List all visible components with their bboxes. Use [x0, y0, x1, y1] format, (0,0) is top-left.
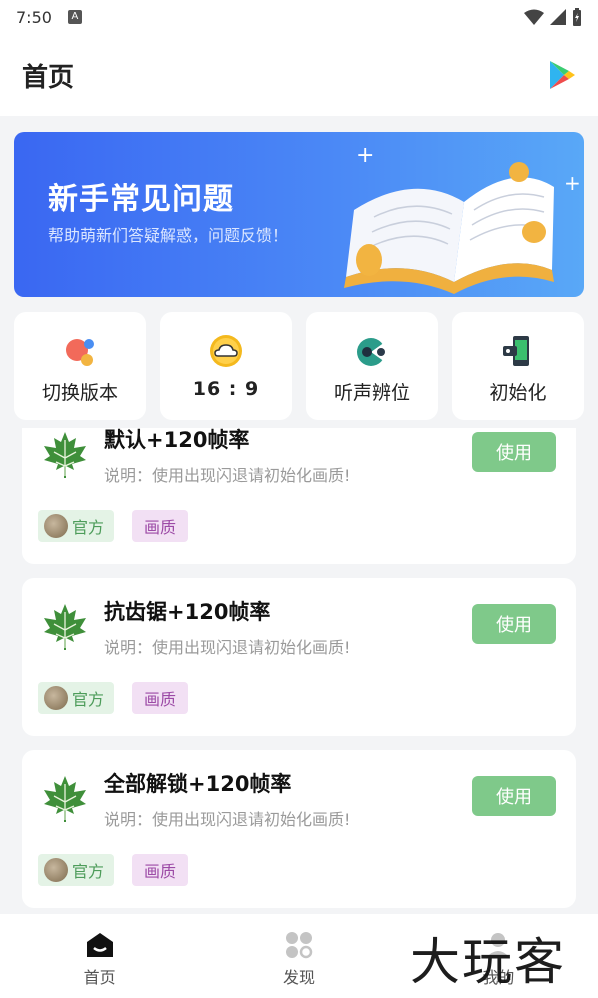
tag-official: 官方: [38, 682, 115, 714]
status-bar: 7:50 A: [0, 0, 598, 34]
item-name: 默认+120帧率: [104, 428, 250, 452]
faq-banner[interactable]: 新手常见问题 帮助萌新们答疑解惑，问题反馈！ + +: [14, 132, 584, 297]
maple-leaf-icon: [44, 432, 86, 478]
app-bar: 首页: [0, 34, 598, 116]
svg-text:+: +: [356, 143, 374, 168]
quick-label: 16 : 9: [192, 378, 260, 400]
item-description: 说明：使用出现闪退请初始化画质!: [104, 810, 351, 829]
grid-icon: [285, 932, 313, 959]
status-icons: [524, 8, 582, 26]
wifi-icon: [524, 9, 544, 25]
quick-label: 听声辨位: [333, 382, 410, 404]
quick-actions: 切换版本 16 : 9 听声辨位 初始化: [14, 312, 584, 420]
quick-aspect-ratio[interactable]: 16 : 9: [160, 312, 292, 420]
sound-icon: [357, 338, 385, 366]
list-item: 全部解锁+120帧率 说明：使用出现闪退请初始化画质! 使用 官方 画质: [22, 750, 576, 908]
avatar: [44, 686, 68, 710]
avatar: [44, 514, 68, 538]
item-description: 说明：使用出现闪退请初始化画质!: [104, 638, 351, 657]
notification-badge: A: [67, 10, 82, 24]
item-description: 说明：使用出现闪退请初始化画质!: [104, 466, 351, 485]
tag-category: 画质: [132, 854, 189, 886]
banner-title: 新手常见问题: [48, 182, 234, 217]
maple-leaf-icon: [44, 776, 86, 822]
maple-leaf-icon: [44, 604, 86, 650]
nav-label: 首页: [83, 968, 116, 987]
nav-discover[interactable]: 发现: [199, 914, 398, 998]
tag-official-label: 官方: [72, 518, 105, 537]
switch-version-icon: [66, 339, 94, 366]
banner-subtitle: 帮助萌新们答疑解惑，问题反馈！: [48, 226, 289, 245]
avatar: [44, 858, 68, 882]
home-icon: [86, 933, 113, 957]
use-button[interactable]: 使用: [472, 776, 556, 816]
tag-category: 画质: [132, 510, 189, 542]
tag-official: 官方: [38, 854, 115, 886]
item-name: 抗齿锯+120帧率: [104, 600, 271, 624]
list-item: 抗齿锯+120帧率 说明：使用出现闪退请初始化画质! 使用 官方 画质: [22, 578, 576, 736]
list-item: 默认+120帧率 说明：使用出现闪退请初始化画质! 使用 官方 画质: [22, 428, 576, 564]
signal-icon: [550, 9, 566, 25]
status-time: 7:50: [16, 7, 52, 27]
use-button[interactable]: 使用: [472, 604, 556, 644]
quick-label: 初始化: [489, 382, 547, 404]
page-title: 首页: [22, 62, 75, 93]
tag-category: 画质: [132, 682, 189, 714]
tag-official: 官方: [38, 510, 115, 542]
config-list: 默认+120帧率 说明：使用出现闪退请初始化画质! 使用 官方 画质 抗齿锯+1…: [0, 428, 598, 914]
quick-label: 切换版本: [41, 382, 118, 404]
quick-initialize[interactable]: 初始化: [452, 312, 584, 420]
tag-official-label: 官方: [72, 690, 105, 709]
nav-label: 发现: [282, 968, 315, 987]
cloud-icon: [210, 335, 242, 367]
quick-switch-version[interactable]: 切换版本: [14, 312, 146, 420]
battery-icon: [573, 8, 581, 26]
phone-reset-icon: [503, 336, 529, 366]
tag-official-label: 官方: [72, 862, 105, 881]
use-button[interactable]: 使用: [472, 432, 556, 472]
item-name: 全部解锁+120帧率: [104, 772, 292, 796]
watermark-logo: 大玩客: [410, 933, 566, 991]
play-store-icon[interactable]: [548, 60, 576, 90]
nav-home[interactable]: 首页: [0, 914, 199, 998]
quick-sound-position[interactable]: 听声辨位: [306, 312, 438, 420]
book-illustration-icon: + +: [344, 143, 581, 294]
svg-text:+: +: [564, 171, 581, 195]
